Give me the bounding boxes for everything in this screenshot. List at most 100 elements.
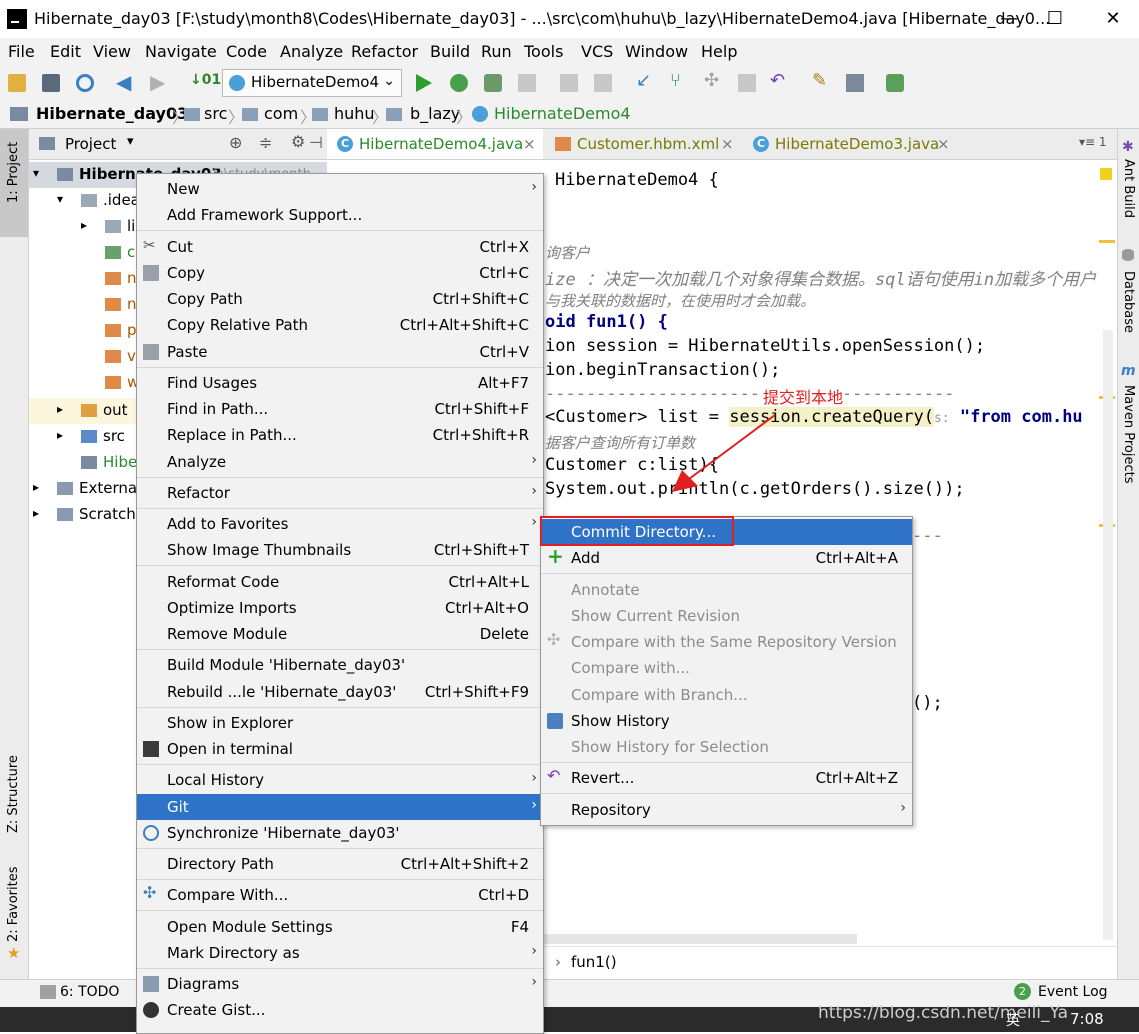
tab-hibernatedemo3[interactable]: C HibernateDemo3.java ×: [743, 129, 957, 159]
menu-refactor[interactable]: Refactor: [351, 42, 418, 61]
menu-item-compare-same-repo[interactable]: ✣ Compare with the Same Repository Versio…: [541, 629, 912, 655]
menu-item-show-current-revision[interactable]: Show Current Revision: [541, 603, 912, 629]
breadcrumb-project[interactable]: Hibernate_day03: [36, 104, 188, 123]
menu-help[interactable]: Help: [701, 42, 737, 61]
menu-item-cut[interactable]: ✂ Cut Ctrl+X: [137, 234, 543, 260]
menu-item-find-usages[interactable]: Find Usages Alt+F7: [137, 370, 543, 396]
vcs-history-icon[interactable]: [738, 74, 756, 92]
menu-item-compare-with-branch[interactable]: Compare with Branch...: [541, 682, 912, 708]
menu-tools[interactable]: Tools: [524, 42, 563, 61]
hide-panel-icon[interactable]: ⊣: [309, 133, 323, 152]
todo-tab[interactable]: 6: TODO: [60, 984, 119, 1000]
menu-item-revert[interactable]: ↶ Revert... Ctrl+Alt+Z: [541, 765, 912, 791]
menu-item-rebuild-module[interactable]: Rebuild ...le 'Hibernate_day03' Ctrl+Shif…: [137, 679, 543, 705]
project-view-label[interactable]: Project: [65, 135, 116, 153]
close-tab-icon[interactable]: ×: [937, 135, 950, 153]
breadcrumb-com[interactable]: com: [264, 104, 298, 123]
menu-item-remove-module[interactable]: Remove Module Delete: [137, 621, 543, 647]
vcs-update-icon[interactable]: ↙: [636, 70, 654, 91]
database-tab[interactable]: Database: [1121, 271, 1136, 333]
menu-item-copy-path[interactable]: Copy Path Ctrl+Shift+C: [137, 286, 543, 312]
menu-item-annotate[interactable]: Annotate: [541, 577, 912, 603]
vcs-revert-icon[interactable]: ↶: [770, 70, 788, 91]
minimize-button[interactable]: —: [986, 0, 1032, 38]
menu-item-local-history[interactable]: Local History ›: [137, 767, 543, 793]
menu-navigate[interactable]: Navigate: [145, 42, 217, 61]
menu-item-mark-directory-as[interactable]: Mark Directory as ›: [137, 940, 543, 966]
warning-stripe[interactable]: [1099, 240, 1115, 243]
horizontal-scrollbar[interactable]: [527, 934, 857, 944]
settings-wrench-icon[interactable]: ✎: [812, 70, 830, 91]
stop-icon[interactable]: [518, 74, 536, 92]
menu-edit[interactable]: Edit: [50, 42, 81, 61]
run-icon[interactable]: [416, 74, 432, 92]
vcs-compare-icon[interactable]: ✣: [704, 70, 722, 91]
menu-item-show-history-selection[interactable]: Show History for Selection: [541, 734, 912, 760]
menu-item-refactor[interactable]: Refactor ›: [137, 480, 543, 506]
attach-icon[interactable]: [560, 74, 578, 92]
structure-tool-tab[interactable]: Z: Structure: [0, 739, 28, 839]
menu-item-repository[interactable]: Repository ›: [541, 797, 912, 823]
debug-icon[interactable]: [450, 74, 468, 92]
menu-item-reformat-code[interactable]: Reformat Code Ctrl+Alt+L: [137, 569, 543, 595]
tab-overflow-button[interactable]: ▾≡ 1: [1079, 135, 1107, 149]
editor-scrollbar[interactable]: [1103, 330, 1113, 940]
coverage-icon[interactable]: [484, 74, 502, 92]
menu-item-git-add[interactable]: + Add Ctrl+Alt+A: [541, 544, 912, 571]
ant-build-tab[interactable]: Ant Build: [1121, 159, 1136, 218]
menu-item-build-module[interactable]: Build Module 'Hibernate_day03': [137, 652, 543, 678]
menu-run[interactable]: Run: [481, 42, 512, 61]
method-breadcrumb[interactable]: fun1(): [571, 953, 617, 971]
menu-item-find-in-path[interactable]: Find in Path... Ctrl+Shift+F: [137, 396, 543, 422]
close-tab-icon[interactable]: ×: [721, 135, 734, 153]
menu-item-paste[interactable]: Paste Ctrl+V: [137, 339, 543, 365]
favorites-tool-tab[interactable]: 2: Favorites ★: [0, 864, 28, 964]
menu-item-show-history[interactable]: Show History: [541, 708, 912, 734]
menu-view[interactable]: View: [93, 42, 131, 61]
run-configuration-select[interactable]: HibernateDemo4 ⌄: [222, 69, 402, 97]
menu-item-new[interactable]: New ›: [137, 176, 543, 202]
save-icon[interactable]: [42, 74, 60, 92]
open-folder-icon[interactable]: [8, 74, 26, 92]
vcs-commit-icon[interactable]: ⑂: [670, 70, 688, 91]
menu-item-diagrams[interactable]: Diagrams ›: [137, 971, 543, 997]
menu-item-directory-path[interactable]: Directory Path Ctrl+Alt+Shift+2: [137, 851, 543, 877]
clock[interactable]: 7:08: [1070, 1010, 1104, 1028]
menu-item-git[interactable]: Git ›: [137, 794, 543, 820]
close-button[interactable]: ✕: [1090, 0, 1136, 38]
android-sdk-icon[interactable]: [886, 74, 904, 92]
menu-item-open-in-terminal[interactable]: Open in terminal: [137, 736, 543, 762]
sync-icon[interactable]: [76, 74, 94, 92]
event-log-tab[interactable]: Event Log: [1038, 984, 1108, 1000]
close-tab-icon[interactable]: ×: [523, 135, 536, 153]
inspection-status-icon[interactable]: [1100, 168, 1112, 180]
menu-item-show-image-thumbnails[interactable]: Show Image Thumbnails Ctrl+Shift+T: [137, 537, 543, 563]
menu-item-copy-relative-path[interactable]: Copy Relative Path Ctrl+Alt+Shift+C: [137, 312, 543, 338]
breadcrumb-class[interactable]: HibernateDemo4: [494, 104, 631, 123]
scroll-from-source-icon[interactable]: ⊕: [229, 133, 242, 152]
menu-item-optimize-imports[interactable]: Optimize Imports Ctrl+Alt+O: [137, 595, 543, 621]
breadcrumb-b-lazy[interactable]: b_lazy: [410, 104, 460, 123]
menu-item-open-module-settings[interactable]: Open Module Settings F4: [137, 914, 543, 940]
ime-indicator[interactable]: 英: [1006, 1010, 1020, 1030]
menu-build[interactable]: Build: [430, 42, 470, 61]
menu-code[interactable]: Code: [226, 42, 267, 61]
menu-vcs[interactable]: VCS: [581, 42, 613, 61]
gear-icon[interactable]: ⚙: [291, 132, 305, 151]
menu-analyze[interactable]: Analyze: [280, 42, 343, 61]
tab-hibernatedemo4[interactable]: C HibernateDemo4.java ×: [327, 129, 543, 159]
back-arrow-icon[interactable]: ◀: [116, 70, 134, 94]
collapse-all-icon[interactable]: ≑: [259, 133, 272, 152]
chevron-down-icon[interactable]: ▾: [127, 134, 134, 149]
menu-item-analyze[interactable]: Analyze ›: [137, 449, 543, 475]
menu-item-compare-with[interactable]: Compare with...: [541, 655, 912, 681]
forward-arrow-icon[interactable]: ▶: [150, 70, 168, 94]
menu-item-create-gist[interactable]: Create Gist...: [137, 997, 543, 1023]
menu-item-copy[interactable]: Copy Ctrl+C: [137, 260, 543, 286]
maximize-button[interactable]: ☐: [1032, 0, 1078, 38]
menu-file[interactable]: File: [8, 42, 35, 61]
maven-projects-tab[interactable]: Maven Projects: [1121, 385, 1136, 484]
project-tool-tab[interactable]: 1: Project: [0, 129, 28, 237]
menu-item-add-framework[interactable]: Add Framework Support...: [137, 202, 543, 228]
menu-item-compare-with[interactable]: ✣ Compare With... Ctrl+D: [137, 882, 543, 908]
